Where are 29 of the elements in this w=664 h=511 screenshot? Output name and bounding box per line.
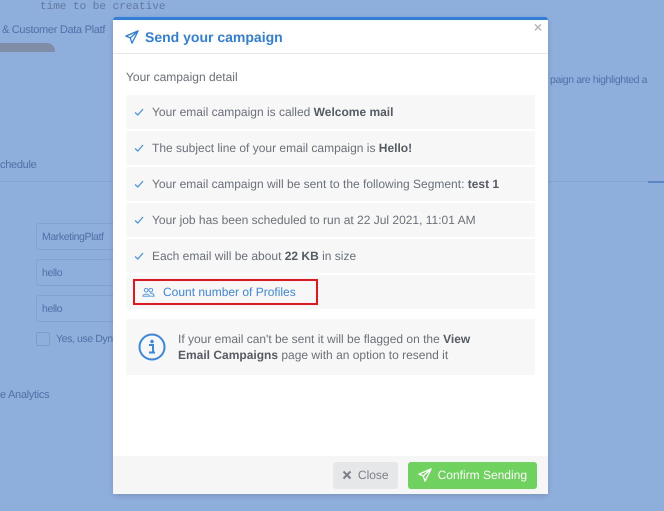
close-icon[interactable]: × [534,20,542,34]
section-heading: e Analytics [0,389,50,401]
paper-plane-icon [418,468,432,482]
check-icon [134,180,144,188]
detail-text: Your email campaign will be sent to the following Segment: test 1 [152,177,500,191]
check-icon [134,216,144,224]
count-profiles-link[interactable]: Count number of Profiles [133,279,318,305]
schedule-tab[interactable]: chedule [0,159,36,171]
confirm-button[interactable]: Confirm Sending [408,462,537,488]
people-icon [142,287,155,297]
check-icon [134,108,144,116]
paper-plane-icon [125,30,139,44]
close-icon [342,470,352,480]
check-icon [134,252,144,260]
info-text: If your email can't be sent it will be flagged on the View Email Campaigns page with an option to resend it [178,331,472,363]
checkbox-label: Yes, use Dyn [56,333,113,345]
breadcrumb-text: & Customer Data Platf [2,24,106,36]
info-icon [138,333,166,361]
button-edge [0,43,55,52]
detail-text: Your email campaign is called Welcome mail [152,105,394,119]
tagline-text: time to be creative [40,1,166,13]
section-heading: Your campaign detail [126,70,238,84]
notice-text: paign are highlighted a [550,74,648,86]
detail-text: Your job has been scheduled to run at 22 Jul 2021, 11:01 AM [152,213,476,227]
dialog-title: Send your campaign [145,28,283,44]
check-icon [134,144,144,152]
detail-text: The subject line of your email campaign is Hello! [152,141,412,155]
close-button[interactable]: Close [332,462,398,488]
detail-text: Each email will be about 22 KB in size [152,249,356,263]
